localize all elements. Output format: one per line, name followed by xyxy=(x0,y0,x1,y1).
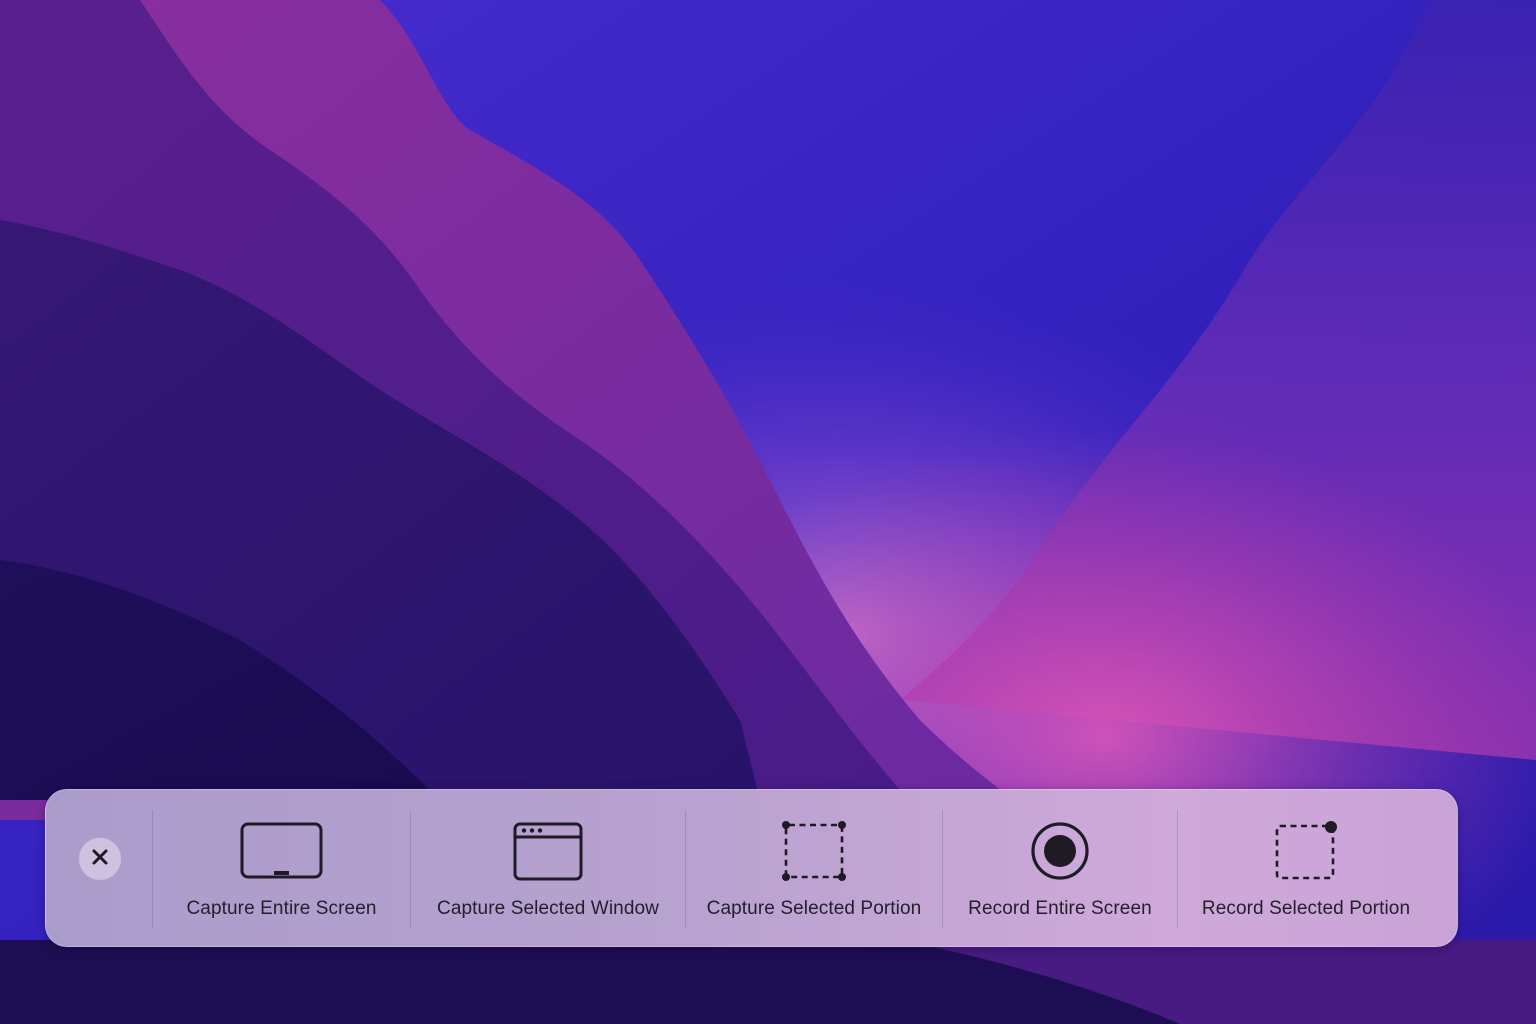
capture-selected-portion-button[interactable]: Capture Selected Portion xyxy=(686,790,942,948)
desktop: Capture Entire Screen Capture Selected W… xyxy=(0,0,1536,1024)
tool-label: Capture Entire Screen xyxy=(186,898,377,919)
record-entire-screen-button[interactable]: Record Entire Screen xyxy=(943,790,1177,948)
record-selection-icon xyxy=(1271,820,1341,882)
screen-icon xyxy=(240,820,324,882)
tool-label: Record Selected Portion xyxy=(1201,898,1411,919)
capture-selected-window-button[interactable]: Capture Selected Window xyxy=(411,790,685,948)
screenshot-toolbar: Capture Entire Screen Capture Selected W… xyxy=(45,789,1458,947)
capture-entire-screen-button[interactable]: Capture Entire Screen xyxy=(153,790,410,948)
close-icon xyxy=(89,846,111,873)
tool-label: Capture Selected Portion xyxy=(706,898,922,919)
tool-label: Record Entire Screen xyxy=(968,898,1152,919)
record-selected-portion-button[interactable]: Record Selected Portion xyxy=(1178,790,1434,948)
window-icon xyxy=(513,820,583,882)
close-button[interactable] xyxy=(78,837,122,881)
record-icon xyxy=(1029,820,1091,882)
selection-icon xyxy=(781,820,847,882)
tool-label: Capture Selected Window xyxy=(437,898,659,919)
